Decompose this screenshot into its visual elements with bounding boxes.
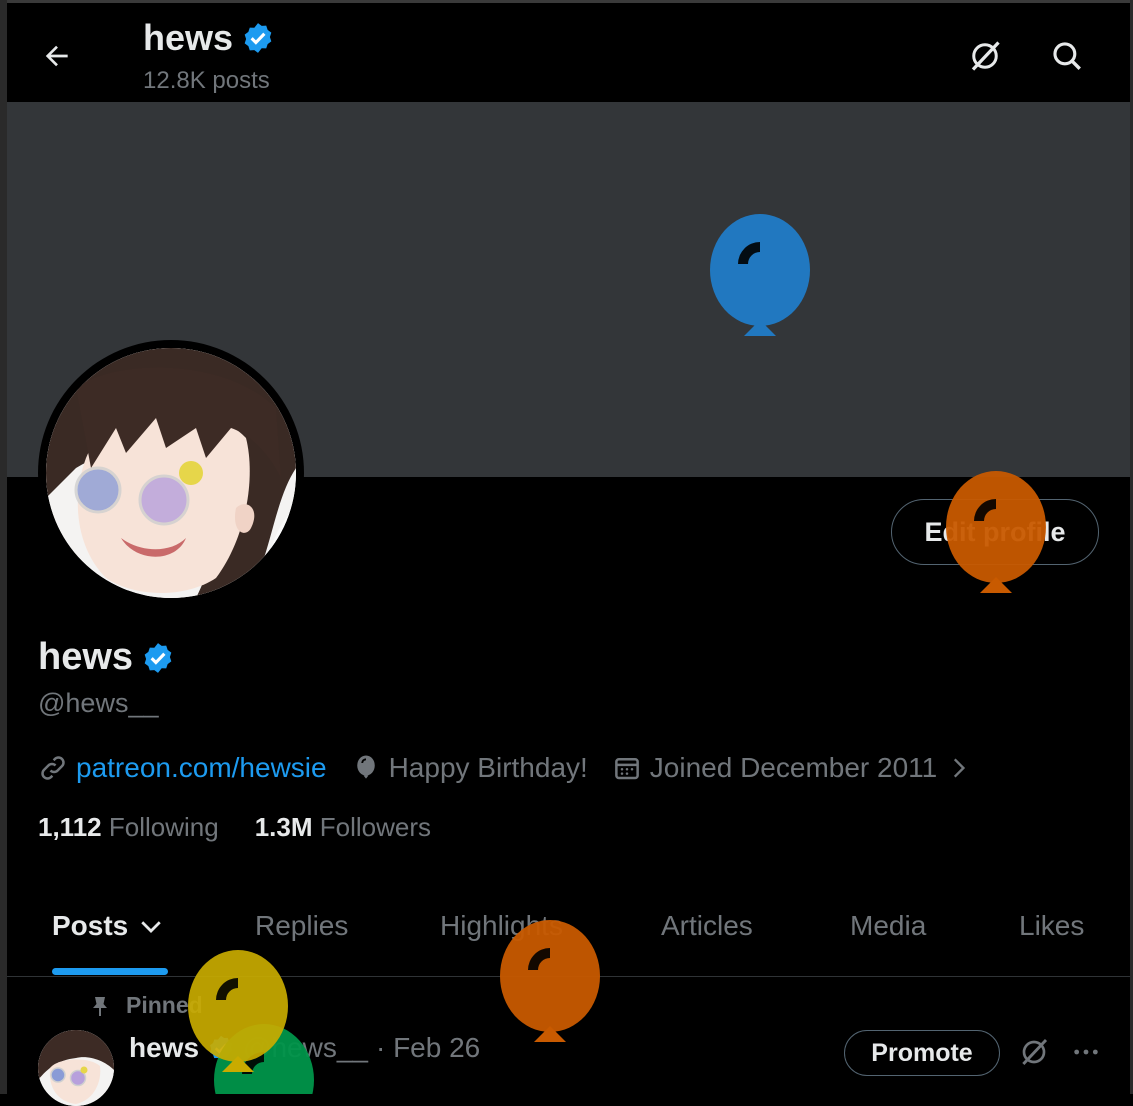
followers-label: Followers: [319, 812, 431, 842]
followers-count: 1.3M: [254, 812, 313, 842]
following-label: Following: [108, 812, 219, 842]
post-grok-button[interactable]: [1014, 1032, 1054, 1072]
post-avatar[interactable]: [38, 1030, 114, 1106]
tab-articles[interactable]: Articles: [661, 896, 753, 956]
verified-badge-icon: [244, 23, 272, 53]
search-button[interactable]: [1044, 33, 1090, 79]
following-count: 1,112: [38, 812, 102, 842]
header-title: hews: [143, 17, 275, 59]
grok-icon: [971, 41, 1000, 71]
post-author-name[interactable]: hews: [129, 1032, 199, 1064]
post-date[interactable]: · Feb 26: [376, 1032, 480, 1064]
header-post-count: 12.8K posts: [143, 67, 270, 94]
profile-avatar[interactable]: [38, 340, 304, 606]
edit-profile-button[interactable]: Edit profile: [891, 499, 1099, 565]
tab-replies[interactable]: Replies: [255, 896, 348, 956]
tab-posts[interactable]: Posts: [52, 896, 166, 956]
grok-button[interactable]: [962, 33, 1008, 79]
joined-text: Joined December 2011: [649, 752, 938, 783]
tab-label: Posts: [52, 910, 129, 941]
joined-item[interactable]: Joined December 2011: [612, 752, 971, 784]
birthday-item: Happy Birthday!: [351, 752, 588, 784]
profile-handle: @hews__: [38, 688, 159, 718]
link-icon: [41, 756, 65, 780]
profile-name: hews: [38, 636, 175, 679]
tab-highlights[interactable]: Highlights: [440, 896, 563, 956]
verified-badge-icon: [210, 1035, 232, 1061]
tab-media[interactable]: Media: [850, 896, 926, 956]
avatar-image: [46, 348, 296, 598]
balloon-icon: [356, 755, 375, 779]
header-display-name: hews: [143, 17, 234, 58]
profile-display-name: hews: [38, 636, 134, 678]
back-button[interactable]: [37, 36, 77, 76]
post-header: hews @hews__ · Feb 26: [129, 1032, 480, 1064]
active-tab-indicator: [52, 968, 168, 975]
profile-tabs: Posts Replies Highlights Articles Media …: [7, 896, 1130, 976]
search-icon: [1053, 42, 1081, 70]
verified-badge-icon[interactable]: [141, 641, 175, 675]
promote-button[interactable]: Promote: [844, 1030, 1000, 1076]
tabs-divider: [7, 976, 1130, 977]
website-item: patreon.com/hewsie: [38, 752, 327, 784]
tab-likes[interactable]: Likes: [1019, 896, 1084, 956]
followers-link[interactable]: 1.3M Followers: [255, 812, 431, 843]
birthday-text: Happy Birthday!: [388, 752, 588, 783]
top-bar: hews 12.8K posts: [7, 3, 1130, 102]
pin-icon: [93, 996, 107, 1016]
more-icon: [1074, 1049, 1098, 1055]
chevron-down-icon: [141, 921, 161, 933]
profile-meta: patreon.com/hewsie Happy Birthday! Joine…: [38, 748, 995, 788]
profile-stats: 1,112 Following 1.3M Followers: [38, 812, 431, 843]
post-more-button[interactable]: [1066, 1032, 1106, 1072]
chevron-right-icon: [954, 758, 966, 778]
window-frame-left: [0, 0, 7, 1094]
pinned-label: Pinned: [88, 992, 203, 1019]
grok-icon: [1022, 1038, 1048, 1066]
following-link[interactable]: 1,112 Following: [38, 812, 219, 843]
website-link[interactable]: patreon.com/hewsie: [76, 752, 327, 784]
pinned-text: Pinned: [126, 992, 203, 1018]
arrow-left-icon: [45, 45, 68, 67]
calendar-icon: [614, 758, 639, 780]
post-author-handle[interactable]: @hews__: [243, 1032, 368, 1064]
